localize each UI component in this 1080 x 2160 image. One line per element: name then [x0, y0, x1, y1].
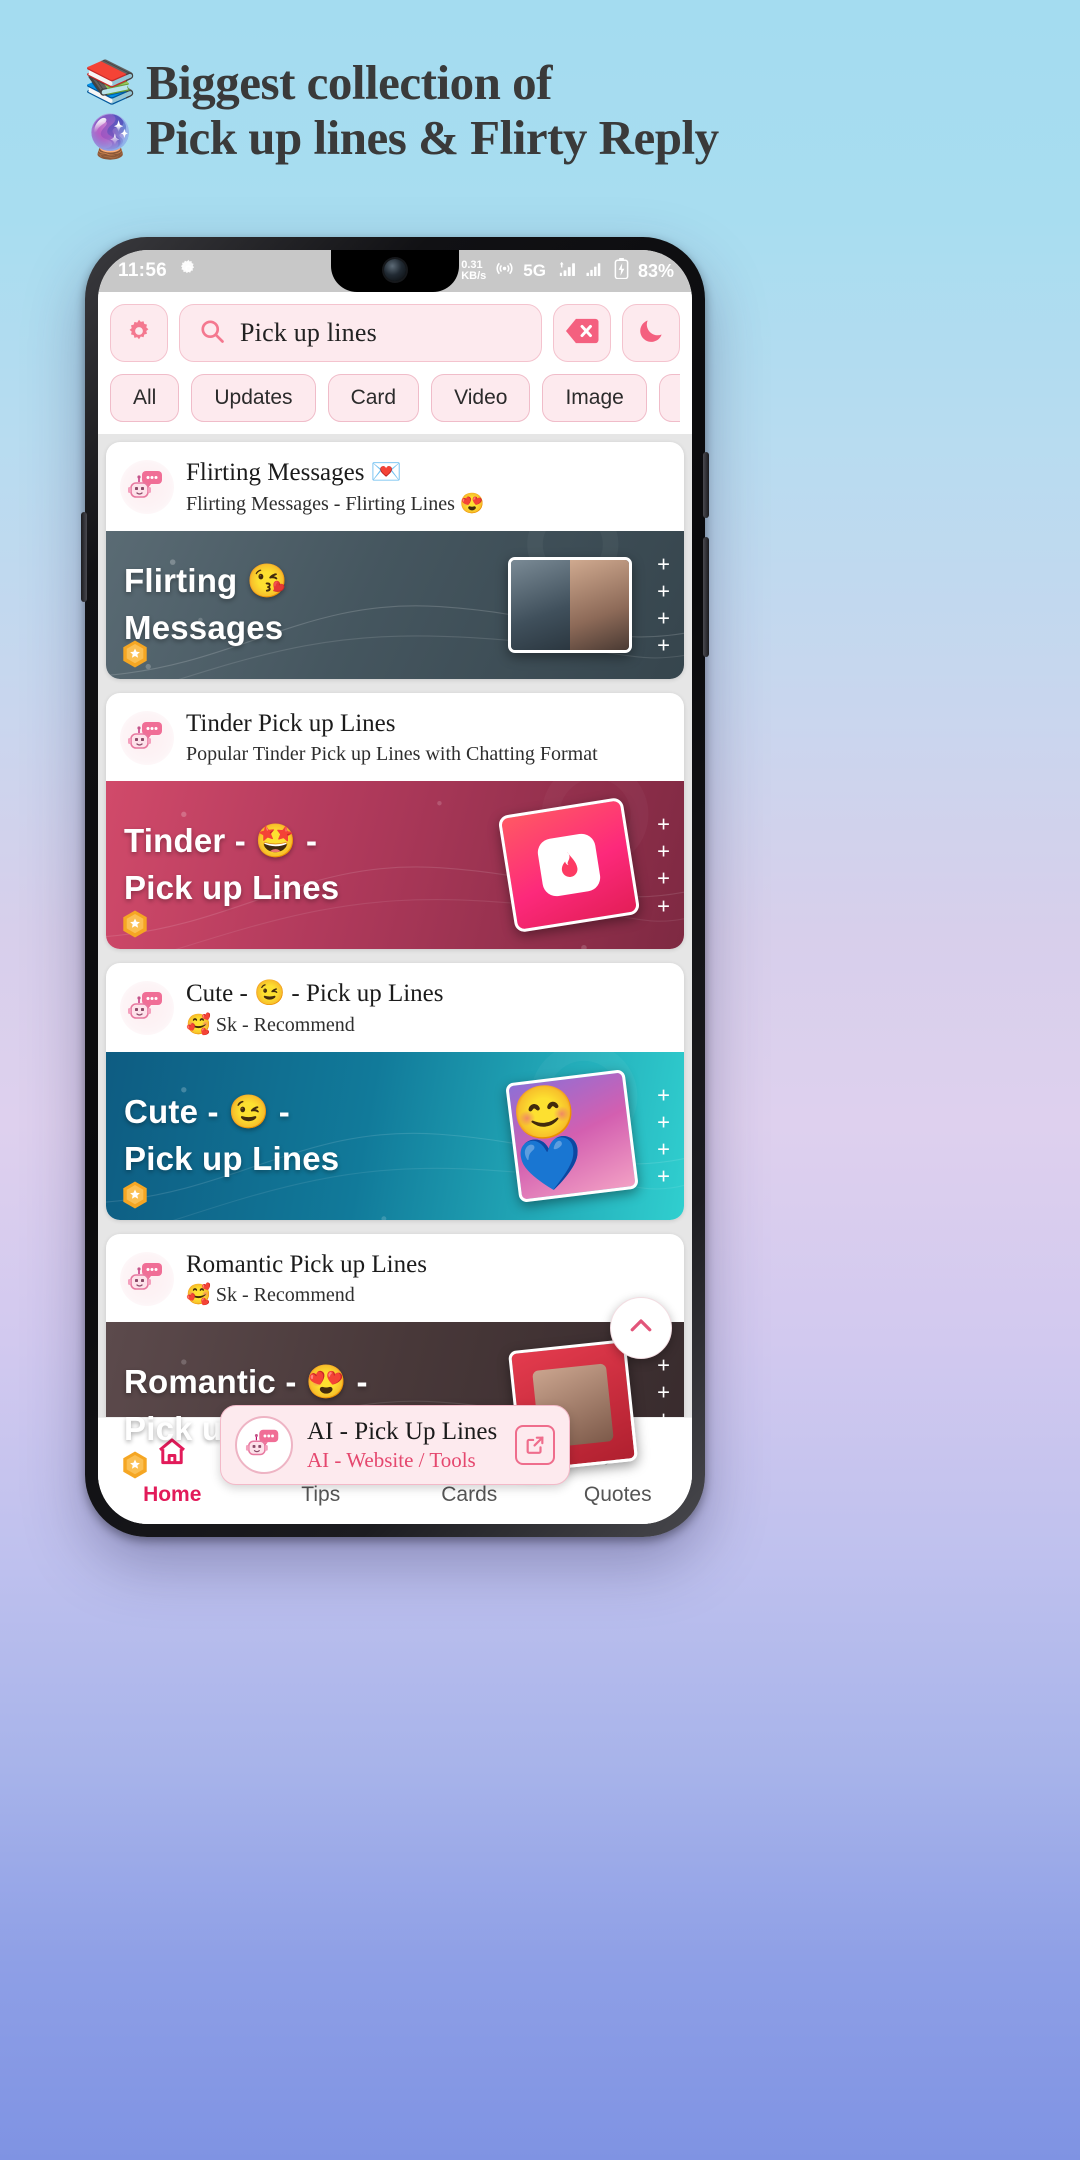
promo-header: 📚 Biggest collection of 🔮 Pick up lines … [84, 55, 964, 166]
notch [331, 250, 459, 292]
card-banner[interactable]: Flirting 😘 Messages + + + + [106, 530, 684, 679]
clear-search-button[interactable] [553, 304, 611, 362]
ai-promo-title: AI - Pick Up Lines [307, 1418, 498, 1446]
status-time: 11:56 [118, 260, 168, 281]
crystal-ball-icon: 🔮 [84, 115, 136, 162]
nav-label-tips: Tips [301, 1483, 341, 1506]
banner-thumbnail [497, 796, 641, 934]
settings-button[interactable] [110, 304, 168, 362]
filter-chip-reply[interactable]: Reply [658, 374, 680, 422]
gear-icon [123, 315, 155, 352]
filter-chip-updates[interactable]: Updates [191, 374, 316, 422]
gear-icon [179, 259, 198, 283]
power-button[interactable] [703, 537, 709, 657]
card-header: Flirting Messages 💌 Flirting Messages - … [106, 442, 684, 531]
battery-charging-icon [614, 258, 629, 284]
hotspot-icon [495, 259, 514, 283]
volume-button[interactable] [81, 512, 87, 602]
card-title: Tinder Pick up Lines [186, 709, 396, 737]
banner-title: Tinder - 🤩 - Pick up Lines [124, 822, 340, 906]
filter-chip-image[interactable]: Image [542, 374, 647, 422]
banner-plus-marks: + + + + [657, 1352, 670, 1460]
filter-chip-row[interactable]: All Updates Card Video Image Reply [110, 362, 680, 434]
chevron-up-icon [626, 1311, 656, 1346]
banner-thumbnail: 😊💙 [505, 1068, 639, 1203]
filter-chip-card[interactable]: Card [327, 374, 420, 422]
hex-star-badge-icon [120, 639, 150, 669]
card-header: Cute - 😉 - Pick up Lines 🥰 Sk - Recommen… [106, 963, 684, 1052]
hex-star-badge-icon [120, 1180, 150, 1210]
robot-chat-icon [120, 460, 174, 515]
banner-title: Flirting 😘 Messages [124, 561, 289, 646]
card-header: Tinder Pick up Lines Popular Tinder Pick… [106, 693, 684, 782]
card-header: Romantic Pick up Lines 🥰 Sk - Recommend [106, 1234, 684, 1323]
card-banner[interactable]: Tinder - 🤩 - Pick up Lines + + + + [106, 781, 684, 949]
promo-line-2: 🔮 Pick up lines & Flirty Reply [84, 109, 964, 166]
card-banner[interactable]: Cute - 😉 - Pick up Lines 😊💙 + + + + [106, 1051, 684, 1220]
search-value: Pick up lines [240, 318, 377, 347]
battery-percent: 83% [637, 260, 674, 281]
list-item[interactable]: Cute - 😉 - Pick up Lines 🥰 Sk - Recommen… [106, 963, 684, 1220]
signal-bars-icon [585, 260, 605, 282]
banner-plus-marks: + + + + [657, 811, 670, 919]
search-input[interactable]: Pick up lines [179, 304, 542, 362]
app-header: Pick up lines All Updates Card Video Ima… [98, 292, 692, 434]
nav-label-quotes: Quotes [583, 1483, 652, 1506]
card-title: Cute - 😉 - Pick up Lines [186, 980, 444, 1007]
backspace-delete-icon [565, 317, 599, 350]
search-icon [198, 317, 226, 350]
external-link-icon[interactable] [515, 1425, 555, 1465]
hex-star-badge-icon [120, 1450, 150, 1480]
card-subtitle: 🥰 Sk - Recommend [186, 1284, 355, 1306]
hex-star-badge-icon [120, 909, 150, 939]
scroll-to-top-button[interactable] [610, 1297, 672, 1359]
banner-plus-marks: + + + + [657, 551, 670, 658]
promo-line-1: 📚 Biggest collection of [84, 55, 964, 111]
moon-icon [636, 316, 666, 351]
network-speed: 0.31 KB/s [461, 258, 487, 282]
banner-title: Cute - 😉 - Pick up Lines [124, 1092, 340, 1177]
hearts-emoji: 😊💙 [508, 1079, 587, 1198]
banner-thumbnail [508, 556, 632, 653]
list-item[interactable]: Flirting Messages 💌 Flirting Messages - … [106, 442, 684, 679]
content-feed[interactable]: Flirting Messages 💌 Flirting Messages - … [98, 434, 692, 1524]
robot-chat-icon [120, 1251, 174, 1306]
books-icon: 📚 [84, 60, 136, 107]
card-subtitle: Popular Tinder Pick up Lines with Chatti… [186, 743, 598, 765]
status-bar: 11:56 VoLTE1 LTE 2 0.31 KB/s [98, 250, 692, 292]
card-title: Flirting Messages 💌 [186, 459, 402, 486]
nav-label-home: Home [143, 1483, 202, 1506]
card-title: Romantic Pick up Lines [186, 1250, 427, 1278]
flame-icon [561, 851, 578, 877]
filter-chip-all[interactable]: All [110, 374, 180, 422]
ai-promo-subtitle: AI - Website / Tools [307, 1447, 476, 1472]
ai-promo-banner[interactable]: AI - Pick Up Lines AI - Website / Tools [220, 1405, 570, 1485]
list-item[interactable]: Tinder Pick up Lines Popular Tinder Pick… [106, 692, 684, 949]
network-type-label: 5G [523, 261, 546, 280]
nav-label-cards: Cards [441, 1483, 498, 1506]
phone-screen: 11:56 VoLTE1 LTE 2 0.31 KB/s [98, 250, 692, 1524]
robot-chat-icon [120, 710, 174, 765]
banner-plus-marks: + + + + [657, 1082, 670, 1189]
phone-frame: 11:56 VoLTE1 LTE 2 0.31 KB/s [81, 237, 709, 1537]
robot-chat-icon [235, 1416, 293, 1474]
robot-chat-icon [120, 981, 174, 1036]
dark-mode-toggle[interactable] [622, 304, 680, 362]
card-subtitle: 🥰 Sk - Recommend [186, 1013, 355, 1036]
filter-chip-video[interactable]: Video [431, 374, 531, 422]
card-subtitle: Flirting Messages - Flirting Lines 😍 [186, 492, 485, 515]
promo-text-2: Pick up lines & Flirty Reply [146, 109, 719, 165]
promo-text-1: Biggest collection of [146, 55, 552, 110]
search-row: Pick up lines [110, 304, 680, 362]
signal-bars-icon [555, 260, 576, 282]
